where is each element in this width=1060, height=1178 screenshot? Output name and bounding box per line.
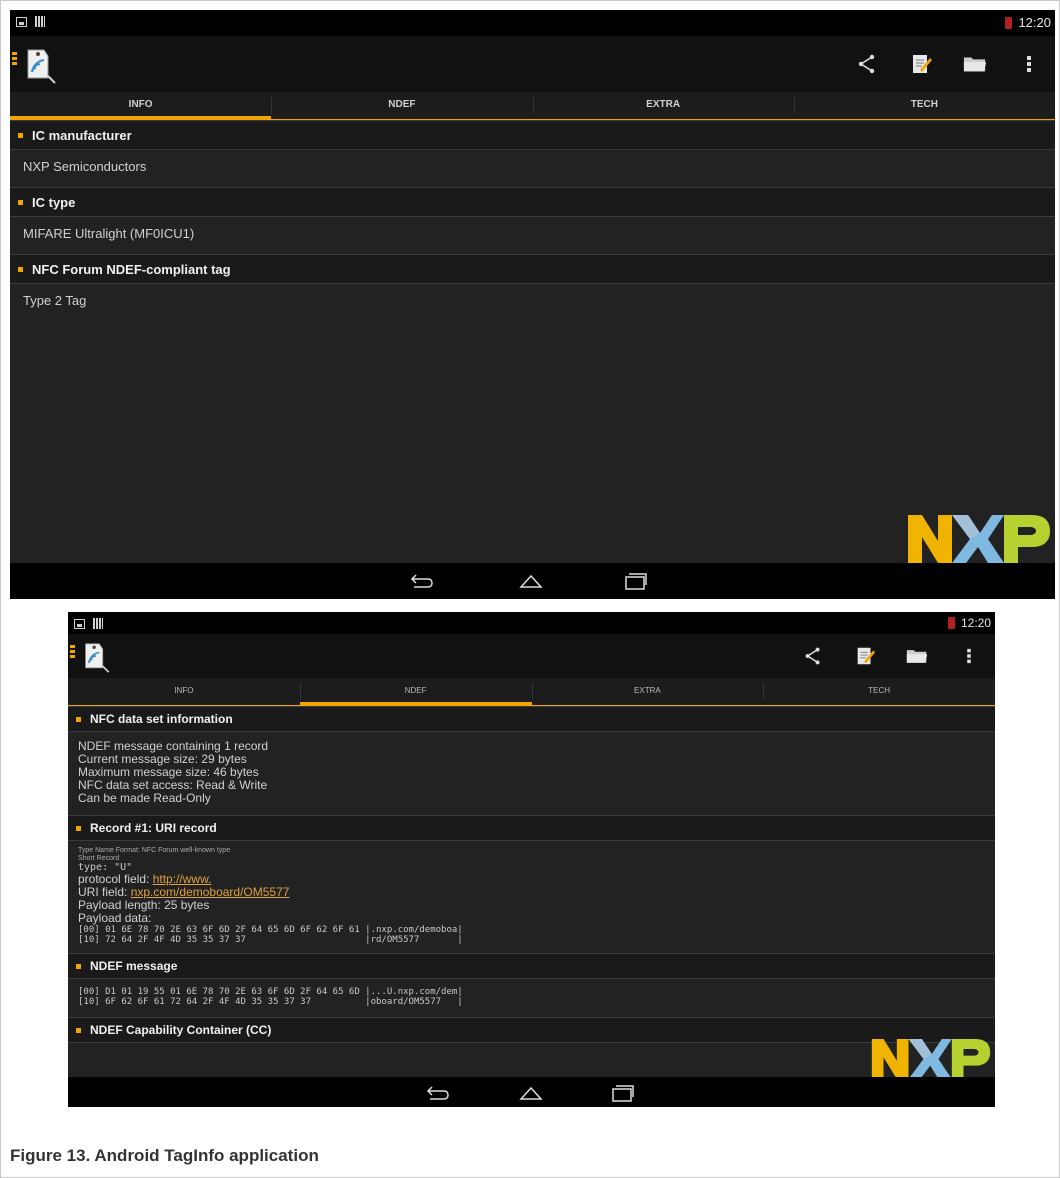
tab-extra[interactable]: EXTRA xyxy=(532,92,794,119)
protocol-label: protocol field: xyxy=(78,872,150,886)
uri-field: URI field: nxp.com/demoboard/OM5577 xyxy=(78,886,985,899)
section-value-ic-manufacturer: NXP Semiconductors xyxy=(23,159,147,174)
folder-icon[interactable] xyxy=(905,644,929,668)
section-value-ic-type: MIFARE Ultralight (MF0ICU1) xyxy=(23,226,195,241)
action-bar xyxy=(68,634,995,678)
tab-tech[interactable]: TECH xyxy=(763,678,995,705)
battery-icon xyxy=(947,617,955,629)
status-bar: 12:20 xyxy=(10,10,1055,36)
back-icon[interactable] xyxy=(410,571,434,591)
figure-caption: Figure 13. Android TagInfo application xyxy=(10,1146,319,1165)
bullet-icon xyxy=(76,963,81,969)
recents-icon[interactable] xyxy=(611,1083,635,1103)
tab-ndef[interactable]: NDEF xyxy=(271,92,532,119)
taginfo-app-icon[interactable] xyxy=(22,42,56,84)
share-icon[interactable] xyxy=(801,644,825,668)
back-icon[interactable] xyxy=(426,1083,450,1103)
tab-info[interactable]: INFO xyxy=(10,92,272,120)
action-bar xyxy=(10,36,1055,92)
share-icon[interactable] xyxy=(855,52,879,76)
type-name-format: Type Name Format: NFC Forum well-known t… xyxy=(78,847,231,854)
home-icon[interactable] xyxy=(519,571,543,591)
tab-tech[interactable]: TECH xyxy=(793,92,1055,119)
screenshot-notification-icon xyxy=(74,618,85,629)
tab-bar: INFO NDEF EXTRA TECH xyxy=(10,92,1055,120)
payload-hex-line: [10] 72 64 2F 4F 4D 35 35 37 37 |rd/OM55… xyxy=(78,935,463,945)
record-details: Type Name Format: NFC Forum well-known t… xyxy=(68,841,995,953)
ndef-content: NFC data set information NDEF message co… xyxy=(68,706,995,1043)
record-type: type: "U" xyxy=(78,862,133,873)
section-title: Record #1: URI record xyxy=(90,821,217,835)
section-header-ic-type: IC type xyxy=(10,187,1055,217)
payload-label: Payload data: xyxy=(78,911,152,925)
info-content: IC manufacturer NXP Semiconductors IC ty… xyxy=(10,120,1055,321)
section-title: IC manufacturer xyxy=(32,127,132,143)
screenshot-notification-icon xyxy=(16,16,27,27)
section-header-ndef-compliant: NFC Forum NDEF-compliant tag xyxy=(10,254,1055,284)
bullet-icon xyxy=(18,132,23,138)
tab-ndef[interactable]: NDEF xyxy=(299,678,532,706)
battery-icon xyxy=(1005,16,1013,29)
section-value-ndef-compliant: Type 2 Tag xyxy=(23,293,87,308)
section-title: NFC data set information xyxy=(90,712,233,726)
bullet-icon xyxy=(76,716,81,722)
bullet-icon xyxy=(18,266,23,272)
info-line: Can be made Read-Only xyxy=(78,791,211,805)
bullet-icon xyxy=(76,825,81,831)
ndef-message-hex: [00] D1 01 19 55 01 6E 78 70 2E 63 6F 6D… xyxy=(68,979,995,1017)
section-header-ic-manufacturer: IC manufacturer xyxy=(10,120,1055,150)
navigation-bar xyxy=(68,1077,995,1107)
edit-icon[interactable] xyxy=(853,644,877,668)
status-bar: 12:20 xyxy=(68,612,995,634)
home-icon[interactable] xyxy=(519,1083,543,1103)
bullet-icon xyxy=(76,1027,81,1033)
barcode-notification-icon xyxy=(35,16,45,27)
navigation-bar xyxy=(10,563,1055,599)
overflow-menu-icon[interactable] xyxy=(1017,52,1041,76)
protocol-link[interactable]: http://www. xyxy=(153,872,212,886)
ndef-hex-line: [00] D1 01 19 55 01 6E 78 70 2E 63 6F 6D… xyxy=(78,987,463,997)
short-record: Short Record xyxy=(78,855,120,862)
tab-bar: INFO NDEF EXTRA TECH xyxy=(68,678,995,706)
section-header-nfc-data-set: NFC data set information xyxy=(68,706,995,732)
folder-icon[interactable] xyxy=(963,52,987,76)
tab-extra[interactable]: EXTRA xyxy=(531,678,764,705)
section-title: NFC Forum NDEF-compliant tag xyxy=(32,261,231,277)
section-header-record-1: Record #1: URI record xyxy=(68,815,995,841)
screenshot-ndef-tab: 12:20 INFO NDEF EXTRA TECH NFC data set … xyxy=(68,612,995,1107)
payload-length: Payload length: 25 bytes xyxy=(78,898,210,912)
drawer-indicator-icon[interactable] xyxy=(12,52,17,66)
barcode-notification-icon xyxy=(93,618,103,629)
section-header-cc: NDEF Capability Container (CC) xyxy=(68,1017,995,1043)
nxp-logo xyxy=(908,515,1050,563)
recents-icon[interactable] xyxy=(624,571,648,591)
info-line: NFC data set access: Read & Write xyxy=(78,778,268,792)
screenshot-info-tab: 12:20 INFO NDEF EXTRA TECH IC manufactur… xyxy=(10,10,1055,599)
status-time: 12:20 xyxy=(1018,15,1051,30)
nxp-logo xyxy=(871,1039,991,1079)
ndef-hex-line: [10] 6F 62 6F 61 72 64 2F 4F 4D 35 35 37… xyxy=(78,997,463,1007)
section-title: IC type xyxy=(32,194,76,210)
section-title: NDEF Capability Container (CC) xyxy=(90,1023,272,1037)
overflow-menu-icon[interactable] xyxy=(957,644,981,668)
taginfo-app-icon[interactable] xyxy=(80,637,110,673)
section-title: NDEF message xyxy=(90,959,178,973)
uri-label: URI field: xyxy=(78,885,128,899)
edit-icon[interactable] xyxy=(909,52,933,76)
bullet-icon xyxy=(18,199,23,205)
status-time: 12:20 xyxy=(960,616,991,630)
drawer-indicator-icon[interactable] xyxy=(70,645,75,659)
payload-hex-line: [00] 01 6E 78 70 2E 63 6F 6D 2F 64 65 6D… xyxy=(78,925,463,935)
uri-link[interactable]: nxp.com/demoboard/OM5577 xyxy=(131,885,290,899)
tab-info[interactable]: INFO xyxy=(68,678,300,705)
nfc-data-set-info: NDEF message containing 1 record Current… xyxy=(68,732,995,815)
section-header-ndef-message: NDEF message xyxy=(68,953,995,979)
